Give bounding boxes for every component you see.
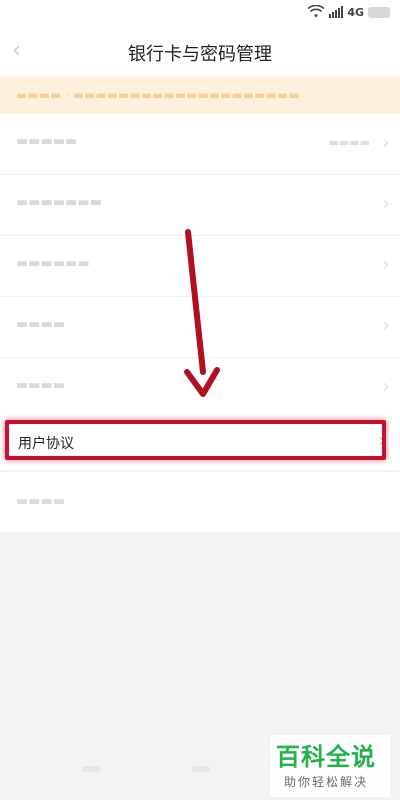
page-title: 银行卡与密码管理 <box>128 44 272 65</box>
list-item[interactable]: ▬▬▬▬ <box>0 472 400 532</box>
battery-icon <box>368 6 390 18</box>
list-item[interactable]: ▬▬▬▬▬▬▬ › <box>0 175 400 236</box>
list-item[interactable]: ▬▬▬▬▬▬ › <box>0 236 400 297</box>
list-item[interactable]: ▬▬▬▬ › <box>0 358 400 419</box>
blurred-label: ▬▬▬▬▬ <box>16 134 78 149</box>
chevron-right-icon: › <box>382 130 390 154</box>
chevron-right-icon: › <box>382 313 390 337</box>
wifi-icon <box>307 5 325 18</box>
chevron-right-icon: › <box>382 374 390 398</box>
blurred-label: ▬▬▬▬▬▬ <box>16 256 90 271</box>
bottom-nav-icon[interactable] <box>82 766 100 772</box>
list-item[interactable]: ▬▬▬▬▬ ▬▬▬▬ › <box>0 114 400 175</box>
nav-bar: ‹ 银行卡与密码管理 <box>0 28 400 76</box>
list-item[interactable]: ▬▬▬▬ › <box>0 297 400 358</box>
status-bar: 4G <box>0 0 400 28</box>
blurred-label: ▬▬▬▬ <box>16 378 66 393</box>
notice-text: ▬▬▬▬ · ▬▬▬▬▬▬▬▬▬▬▬▬▬▬▬▬▬▬▬▬ <box>16 88 300 102</box>
notice-banner: ▬▬▬▬ · ▬▬▬▬▬▬▬▬▬▬▬▬▬▬▬▬▬▬▬▬ <box>0 76 400 116</box>
signal-icon <box>329 6 344 18</box>
blurred-value: ▬▬▬▬ <box>328 136 370 149</box>
watermark-logo: 百科全说 助你轻松解决 <box>270 735 390 797</box>
network-type: 4G <box>347 5 364 19</box>
settings-list: ▬▬▬▬▬ ▬▬▬▬ › ▬▬▬▬▬▬▬ › ▬▬▬▬▬▬ › ▬▬▬▬ › ▬… <box>0 114 400 419</box>
chevron-right-icon: › <box>382 191 390 215</box>
chevron-right-icon: › <box>382 252 390 276</box>
bottom-nav-icon[interactable] <box>192 766 210 772</box>
blurred-label: ▬▬▬▬ <box>16 317 66 332</box>
status-icons: 4G <box>307 5 390 19</box>
highlight-frame <box>5 420 386 460</box>
blurred-label: ▬▬▬▬ <box>16 494 66 509</box>
watermark-subtitle: 助你轻松解决 <box>284 775 369 789</box>
watermark-title: 百科全说 <box>276 743 376 771</box>
blurred-label: ▬▬▬▬▬▬▬ <box>16 195 102 210</box>
